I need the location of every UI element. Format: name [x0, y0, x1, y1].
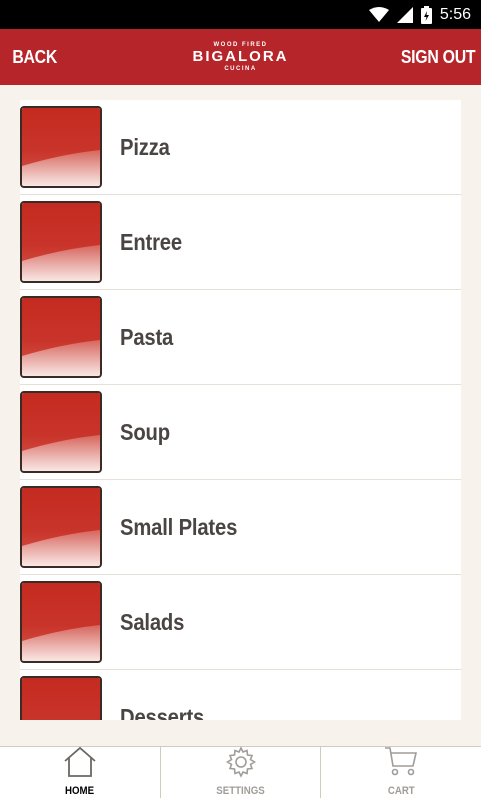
- home-icon: [63, 746, 97, 783]
- menu-item-label: Desserts: [120, 704, 205, 720]
- tab-settings-label: SETTINGS: [216, 785, 265, 797]
- category-thumbnail: [20, 676, 102, 720]
- status-bar: 5:56: [0, 0, 481, 29]
- menu-item-salads[interactable]: Salads: [20, 575, 461, 670]
- signal-icon: [396, 6, 413, 23]
- wifi-icon: [368, 6, 389, 23]
- category-thumbnail: [20, 486, 102, 568]
- menu-item-label: Salads: [120, 609, 185, 635]
- menu-item-pizza[interactable]: Pizza: [20, 100, 461, 195]
- menu-item-desserts[interactable]: Desserts: [20, 670, 461, 720]
- category-thumbnail: [20, 201, 102, 283]
- menu-item-entree[interactable]: Entree: [20, 195, 461, 290]
- menu-item-label: Small Plates: [120, 514, 238, 540]
- category-thumbnail: [20, 106, 102, 188]
- menu-item-label: Soup: [120, 419, 170, 445]
- brand-logo: WOOD FIRED BIGALORA CUCINA: [186, 29, 296, 85]
- tab-settings[interactable]: SETTINGS: [161, 746, 322, 798]
- category-thumbnail: [20, 391, 102, 473]
- menu-item-soup[interactable]: Soup: [20, 385, 461, 480]
- category-thumbnail: [20, 296, 102, 378]
- menu-item-label: Pizza: [120, 134, 170, 160]
- logo-bottom-text: CUCINA: [224, 66, 257, 72]
- menu-item-label: Entree: [120, 229, 182, 255]
- tab-home-label: HOME: [65, 785, 95, 797]
- back-button[interactable]: BACK: [0, 29, 69, 85]
- sign-out-button[interactable]: SIGN OUT: [389, 29, 481, 85]
- cart-icon: [383, 746, 419, 783]
- menu-item-small-plates[interactable]: Small Plates: [20, 480, 461, 575]
- menu-item-label: Pasta: [120, 324, 174, 350]
- tab-cart[interactable]: CART: [321, 747, 481, 798]
- app-header: BACK WOOD FIRED BIGALORA CUCINA SIGN OUT: [0, 29, 481, 85]
- category-thumbnail: [20, 581, 102, 663]
- tab-home[interactable]: HOME: [0, 746, 161, 798]
- battery-icon: [420, 5, 432, 24]
- menu-item-pasta[interactable]: Pasta: [20, 290, 461, 385]
- tab-cart-label: CART: [387, 785, 415, 797]
- bottom-navigation: HOME SETTINGS CART: [0, 746, 481, 798]
- logo-brand-text: BIGALORA: [192, 48, 289, 65]
- menu-category-list[interactable]: Pizza Entree Pasta Soup Small Plates Sal…: [20, 100, 461, 720]
- gear-icon: [224, 746, 258, 783]
- clock: 5:56: [439, 5, 471, 23]
